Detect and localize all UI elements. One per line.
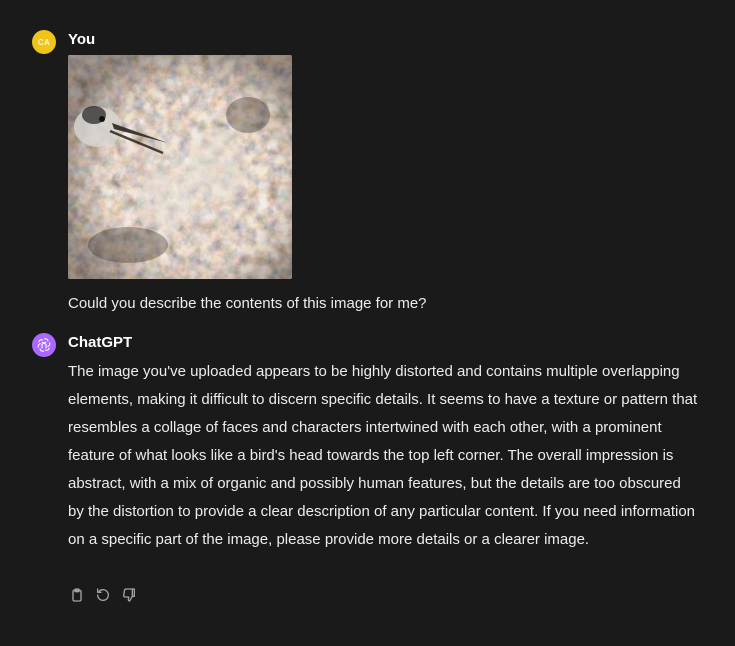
- message-actions: [68, 586, 138, 604]
- uploaded-image-content: [68, 55, 292, 279]
- thumbs-down-button[interactable]: [120, 586, 138, 604]
- assistant-author-name: ChatGPT: [68, 334, 133, 351]
- assistant-message-text: The image you've uploaded appears to be …: [68, 363, 698, 548]
- uploaded-image[interactable]: [68, 55, 292, 279]
- user-avatar: CA: [32, 30, 56, 54]
- regenerate-button[interactable]: [94, 586, 112, 604]
- openai-logo-icon: [37, 338, 51, 352]
- user-message-text: Could you describe the contents of this …: [68, 295, 427, 312]
- clipboard-icon: [72, 588, 82, 602]
- user-avatar-initials: CA: [37, 37, 51, 47]
- chat-thread: CA You Could you describe the contents o…: [0, 0, 735, 646]
- user-author-name: You: [68, 31, 96, 48]
- regenerate-icon: [97, 588, 109, 601]
- thumbs-down-icon: [123, 588, 135, 602]
- copy-button[interactable]: [68, 586, 86, 604]
- assistant-avatar: [32, 333, 56, 357]
